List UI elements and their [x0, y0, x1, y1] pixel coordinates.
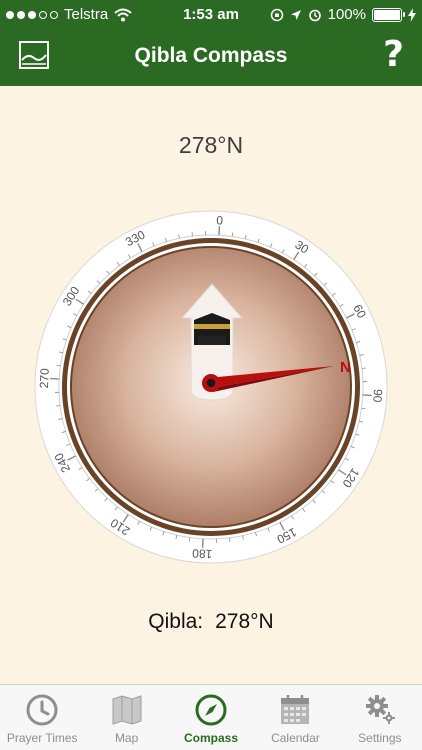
orientation-lock-icon: [270, 8, 283, 21]
tab-map[interactable]: Map: [84, 685, 168, 750]
compass-icon: [195, 694, 227, 726]
dial-label-270: 270: [37, 368, 52, 389]
tab-prayer-times[interactable]: Prayer Times: [0, 685, 84, 750]
help-button[interactable]: ?: [383, 34, 404, 75]
location-arrow-icon: [290, 9, 301, 20]
compass: 0 30 60 90 120 150 180 210 240 270 300 330 N: [30, 206, 392, 568]
dial-tick: [56, 364, 61, 367]
status-bar: Telstra 1:53 am 100%: [0, 0, 422, 30]
status-right: 100%: [270, 6, 416, 23]
battery-icon: [372, 7, 405, 22]
alarm-icon: [308, 9, 321, 21]
dial-tick: [361, 407, 366, 410]
page-title: Qibla Compass: [134, 44, 288, 67]
qibla-readout: Qibla: 278°N: [0, 610, 422, 634]
tab-label: Map: [114, 731, 139, 745]
qibla-value: 278°N: [215, 610, 274, 633]
tab-settings[interactable]: Settings: [338, 685, 422, 750]
tab-label: Calendar: [271, 731, 320, 745]
nav-bar: Qibla Compass ?: [0, 30, 422, 86]
tab-bar: Prayer Times Map Compass Calendar Settin…: [0, 684, 422, 750]
dial-label-90: 90: [370, 389, 385, 403]
battery-percent: 100%: [327, 6, 366, 23]
compass-dial: 0306090120150180210240270300330 N: [34, 210, 388, 564]
tab-label: Compass: [184, 731, 239, 745]
map-icon: [112, 695, 142, 725]
settings-icon: [365, 695, 395, 724]
tab-label: Settings: [358, 731, 402, 745]
dial-tick: [231, 232, 234, 237]
clock-icon: [26, 694, 58, 726]
calendar-icon: [281, 695, 310, 724]
tab-compass[interactable]: Compass: [169, 685, 253, 750]
tab-calendar[interactable]: Calendar: [253, 685, 337, 750]
tab-label: Prayer Times: [6, 731, 78, 745]
compass-heading: 278°N: [178, 132, 244, 158]
dial-tick: [188, 537, 191, 542]
qibla-label: Qibla:: [148, 610, 204, 633]
north-label: N: [340, 359, 351, 376]
charging-bolt-icon: [408, 7, 416, 22]
dial-label-0: 0: [216, 213, 224, 227]
dial-label-180: 180: [192, 546, 213, 561]
